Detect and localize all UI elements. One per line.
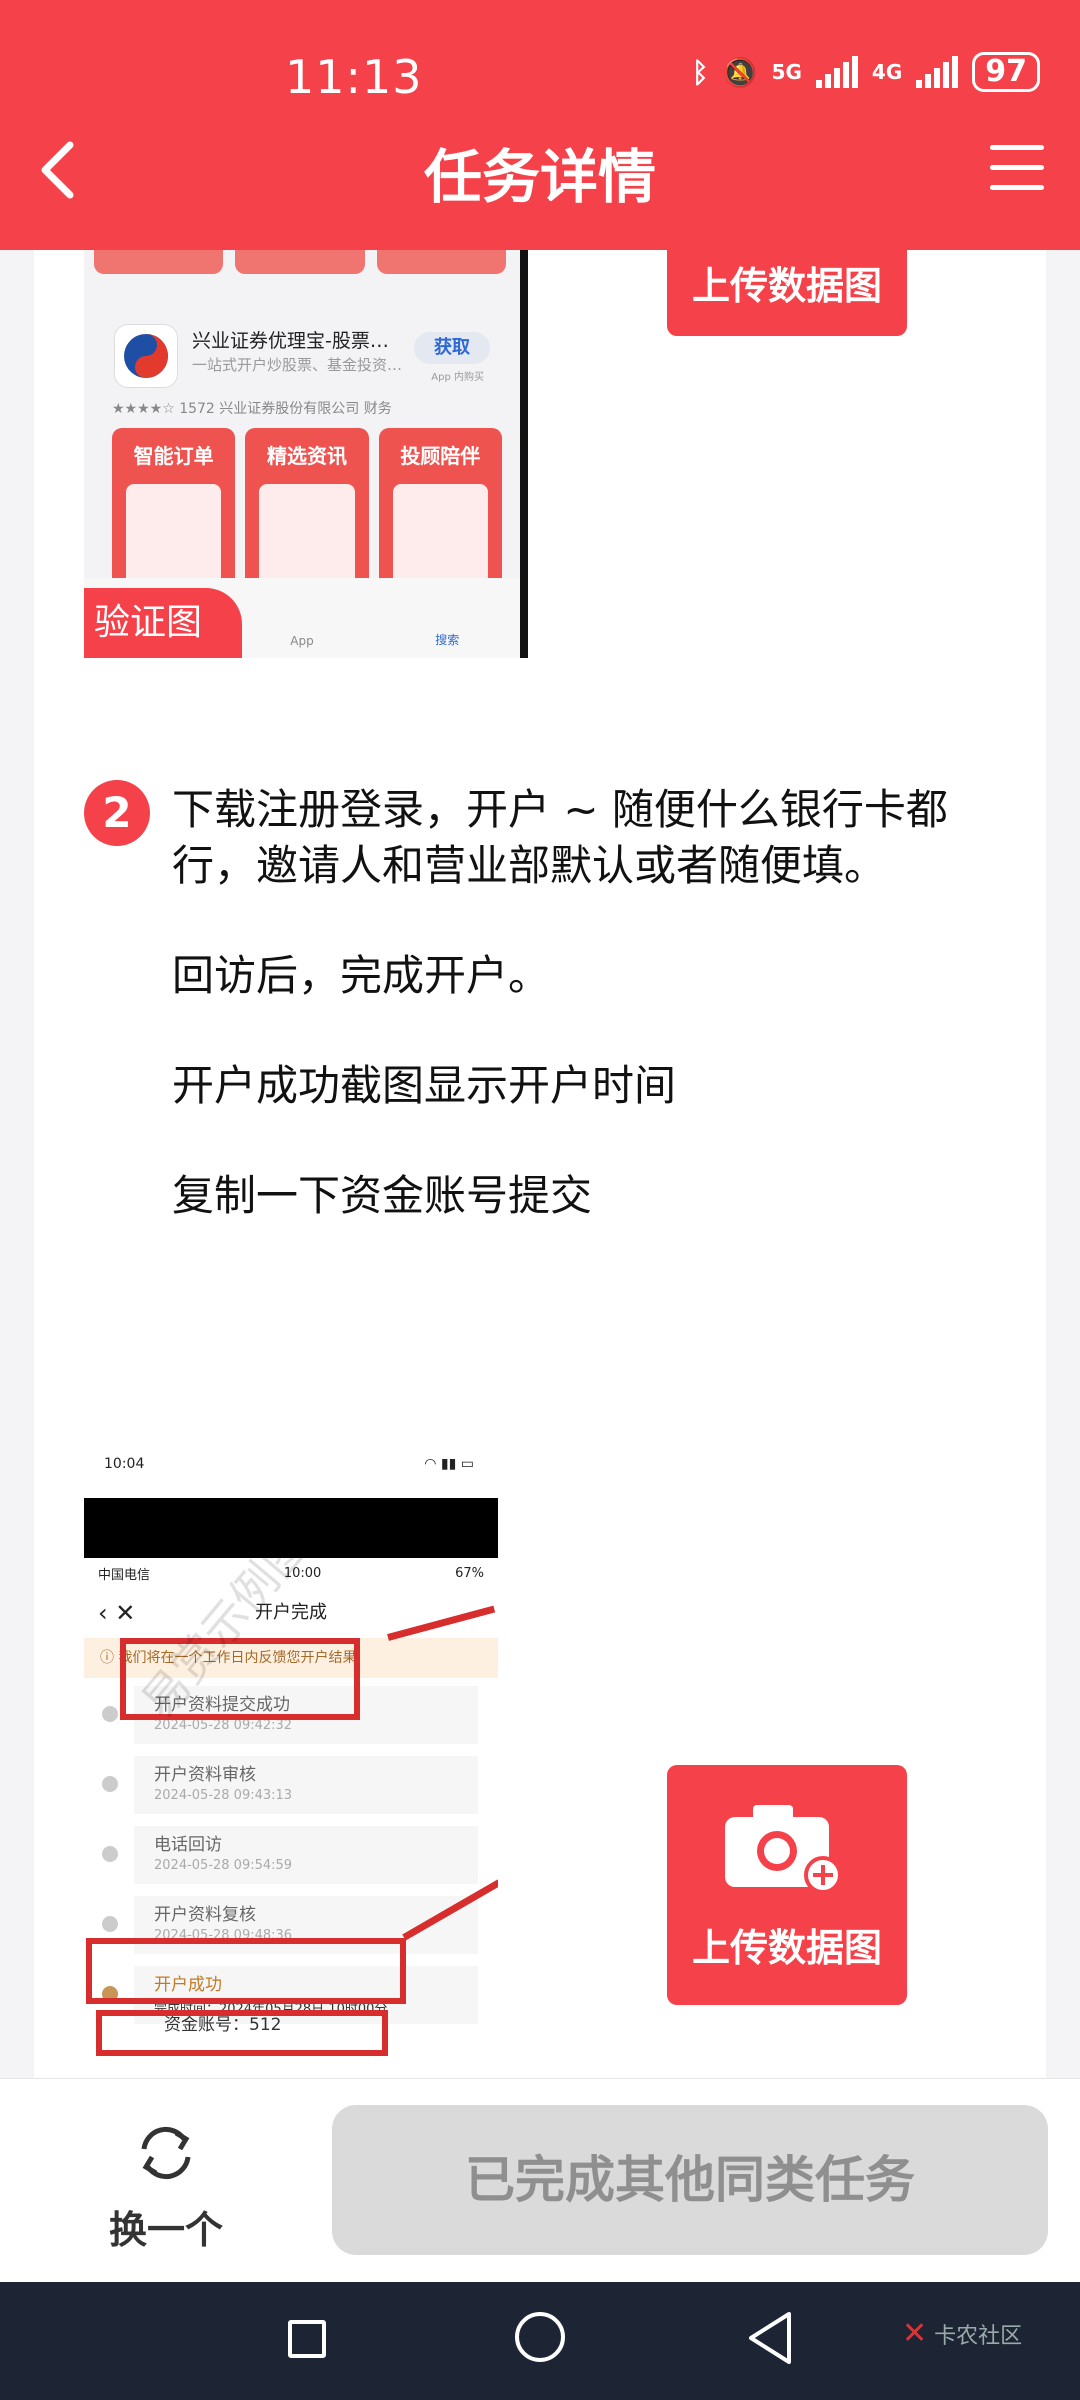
menu-button[interactable]	[990, 145, 1044, 191]
app-header: 11:13 ᛒ 🔕 5G 4G 97 任务详情	[0, 0, 1080, 250]
store-tab: App	[290, 634, 314, 648]
task-content: 兴业证券优理宝-股票… 一站式开户炒股票、基金投资… 获取 App 内购买 ★★…	[34, 250, 1046, 2078]
mute-bell-icon: 🔕	[722, 55, 758, 89]
recent-apps-button[interactable]	[288, 2320, 326, 2358]
bottom-action-bar: 换一个 已完成其他同类任务	[0, 2078, 1080, 2283]
completed-similar-task-button[interactable]: 已完成其他同类任务	[332, 2105, 1048, 2255]
app-name: 兴业证券优理宝-股票…	[192, 330, 389, 352]
app-meta: ★★★★☆ 1572 兴业证券股份有限公司 财务	[112, 401, 392, 417]
step-instructions: 下载注册登录，开户 ~ 随便什么银行卡都行，邀请人和营业部默认或者随便填。 回访…	[172, 782, 1022, 1224]
camera-plus-icon	[725, 1805, 841, 1893]
step-line: 开户成功截图显示开户时间	[172, 1061, 677, 1110]
progress-step: 电话回访 2024-05-28 09:54:59	[102, 1818, 498, 1888]
app-logo-icon	[114, 324, 178, 388]
get-button: 获取	[414, 332, 490, 364]
system-back-button[interactable]	[745, 2310, 795, 2366]
refresh-icon	[141, 2127, 191, 2179]
triangle-back-icon	[749, 2312, 791, 2364]
step-line: 回访后，完成开户。	[172, 951, 551, 1000]
brand-watermark: ✕ 卡农社区	[902, 2316, 1022, 2351]
signal-icon-2	[916, 56, 959, 88]
home-button[interactable]	[515, 2312, 565, 2362]
network-4g-label: 4G	[871, 60, 903, 84]
battery-indicator: 97	[972, 52, 1040, 92]
upload-data-image-button-2[interactable]: 上传数据图	[667, 1765, 907, 2005]
status-time: 11:13	[285, 50, 423, 104]
step-line: 下载注册登录，开户 ~ 随便什么银行卡都行，邀请人和营业部默认或者随便填。	[172, 785, 948, 890]
highlight-box	[96, 2010, 388, 2056]
upload-data-image-button[interactable]: 上传数据图	[667, 250, 907, 336]
screenshot-status-icons: ◠ ▮▮ ▭	[424, 1456, 474, 1472]
brand-text: 卡农社区	[934, 2324, 1023, 2349]
page-title: 任务详情	[423, 143, 656, 211]
step-line: 复制一下资金账号提交	[172, 1171, 593, 1220]
signal-icon	[815, 56, 858, 88]
verify-image-tag: 验证图	[84, 588, 242, 658]
brand-logo-icon: ✕	[902, 2316, 928, 2351]
screenshot-back-icon: ‹ ✕	[98, 1599, 136, 1627]
status-icons: ᛒ 🔕 5G 4G 97	[692, 52, 1040, 92]
highlight-box	[86, 1938, 406, 2004]
bluetooth-icon: ᛒ	[691, 55, 709, 89]
screenshot-carrier: 中国电信	[98, 1567, 151, 1583]
store-tab: 搜索	[435, 633, 460, 647]
step-number-badge: 2	[84, 780, 150, 846]
screenshot-status-time: 10:04	[104, 1456, 145, 1472]
swap-task-button[interactable]: 换一个	[96, 2119, 236, 2259]
menu-icon	[990, 145, 1044, 150]
screenshot-battery: 67%	[455, 1565, 484, 1581]
swap-label: 换一个	[108, 2208, 223, 2252]
promo-card: 投顾陪伴	[378, 428, 502, 598]
example-screenshot-account-opened: 10:04 ◠ ▮▮ ▭ 中国电信 10:00 67% ‹ ✕ 开户完成 ⓘ 我…	[84, 1438, 498, 2058]
promo-card: 精选资讯	[245, 428, 369, 598]
network-5g-label: 5G	[771, 60, 802, 84]
system-navigation-bar: ✕ 卡农社区	[0, 2282, 1080, 2400]
in-app-purchase-note: App 内购买	[431, 372, 484, 383]
upload-label: 上传数据图	[691, 1926, 882, 1970]
promo-card: 智能订单	[112, 428, 236, 598]
progress-step: 开户资料审核 2024-05-28 09:43:13	[102, 1748, 498, 1818]
app-subtitle: 一站式开户炒股票、基金投资…	[192, 356, 403, 374]
